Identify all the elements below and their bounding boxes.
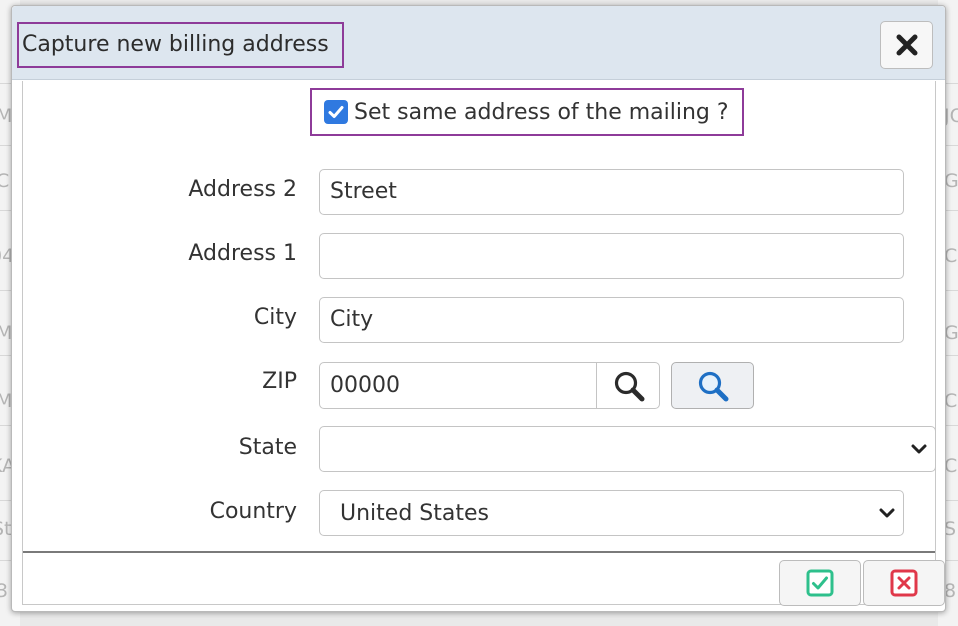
chevron-down-icon — [879, 508, 895, 518]
background-text: G — [944, 322, 958, 344]
background-text: St — [0, 518, 12, 540]
address1-field[interactable] — [319, 233, 904, 279]
address2-field[interactable]: Street — [319, 169, 904, 215]
country-select-value: United States — [340, 501, 489, 526]
zip-input-group: 00000 — [319, 362, 660, 409]
search-icon — [698, 371, 728, 401]
check-icon — [806, 569, 834, 597]
dialog-content: Set same address of the mailing ? Addres… — [22, 81, 945, 606]
cancel-icon — [890, 569, 918, 597]
city-field[interactable]: City — [319, 297, 904, 343]
chevron-down-icon — [911, 444, 927, 454]
zip-lookup-button[interactable] — [671, 362, 754, 409]
confirm-button[interactable] — [779, 560, 861, 606]
zip-search-button[interactable] — [596, 363, 660, 408]
state-select-value — [320, 437, 340, 462]
background-text: C — [0, 170, 10, 192]
country-select[interactable]: United States — [319, 490, 904, 536]
cancel-button[interactable] — [863, 560, 945, 606]
background-text: 3 — [0, 580, 9, 602]
state-select[interactable] — [319, 426, 936, 472]
background-text: JO — [944, 105, 958, 127]
same-address-option[interactable]: Set same address of the mailing ? — [310, 88, 744, 136]
checkmark-icon — [328, 106, 344, 118]
address2-label: Address 2 — [188, 177, 297, 202]
dialog-titlebar: Capture new billing address — [12, 6, 945, 80]
footer-divider — [23, 551, 935, 553]
close-button[interactable] — [880, 21, 933, 69]
search-icon — [614, 371, 644, 401]
same-address-label: Set same address of the mailing ? — [354, 99, 729, 125]
billing-address-dialog: Capture new billing address Set same add… — [11, 5, 946, 612]
zip-label: ZIP — [262, 369, 297, 394]
background-text: G — [944, 170, 958, 192]
city-label: City — [253, 305, 297, 330]
close-icon — [896, 34, 917, 56]
address1-label: Address 1 — [188, 241, 297, 266]
same-address-checkbox[interactable] — [324, 100, 348, 124]
zip-field[interactable]: 00000 — [330, 363, 400, 408]
state-label: State — [238, 435, 297, 460]
country-label: Country — [209, 499, 297, 524]
dialog-title: Capture new billing address — [17, 22, 344, 68]
